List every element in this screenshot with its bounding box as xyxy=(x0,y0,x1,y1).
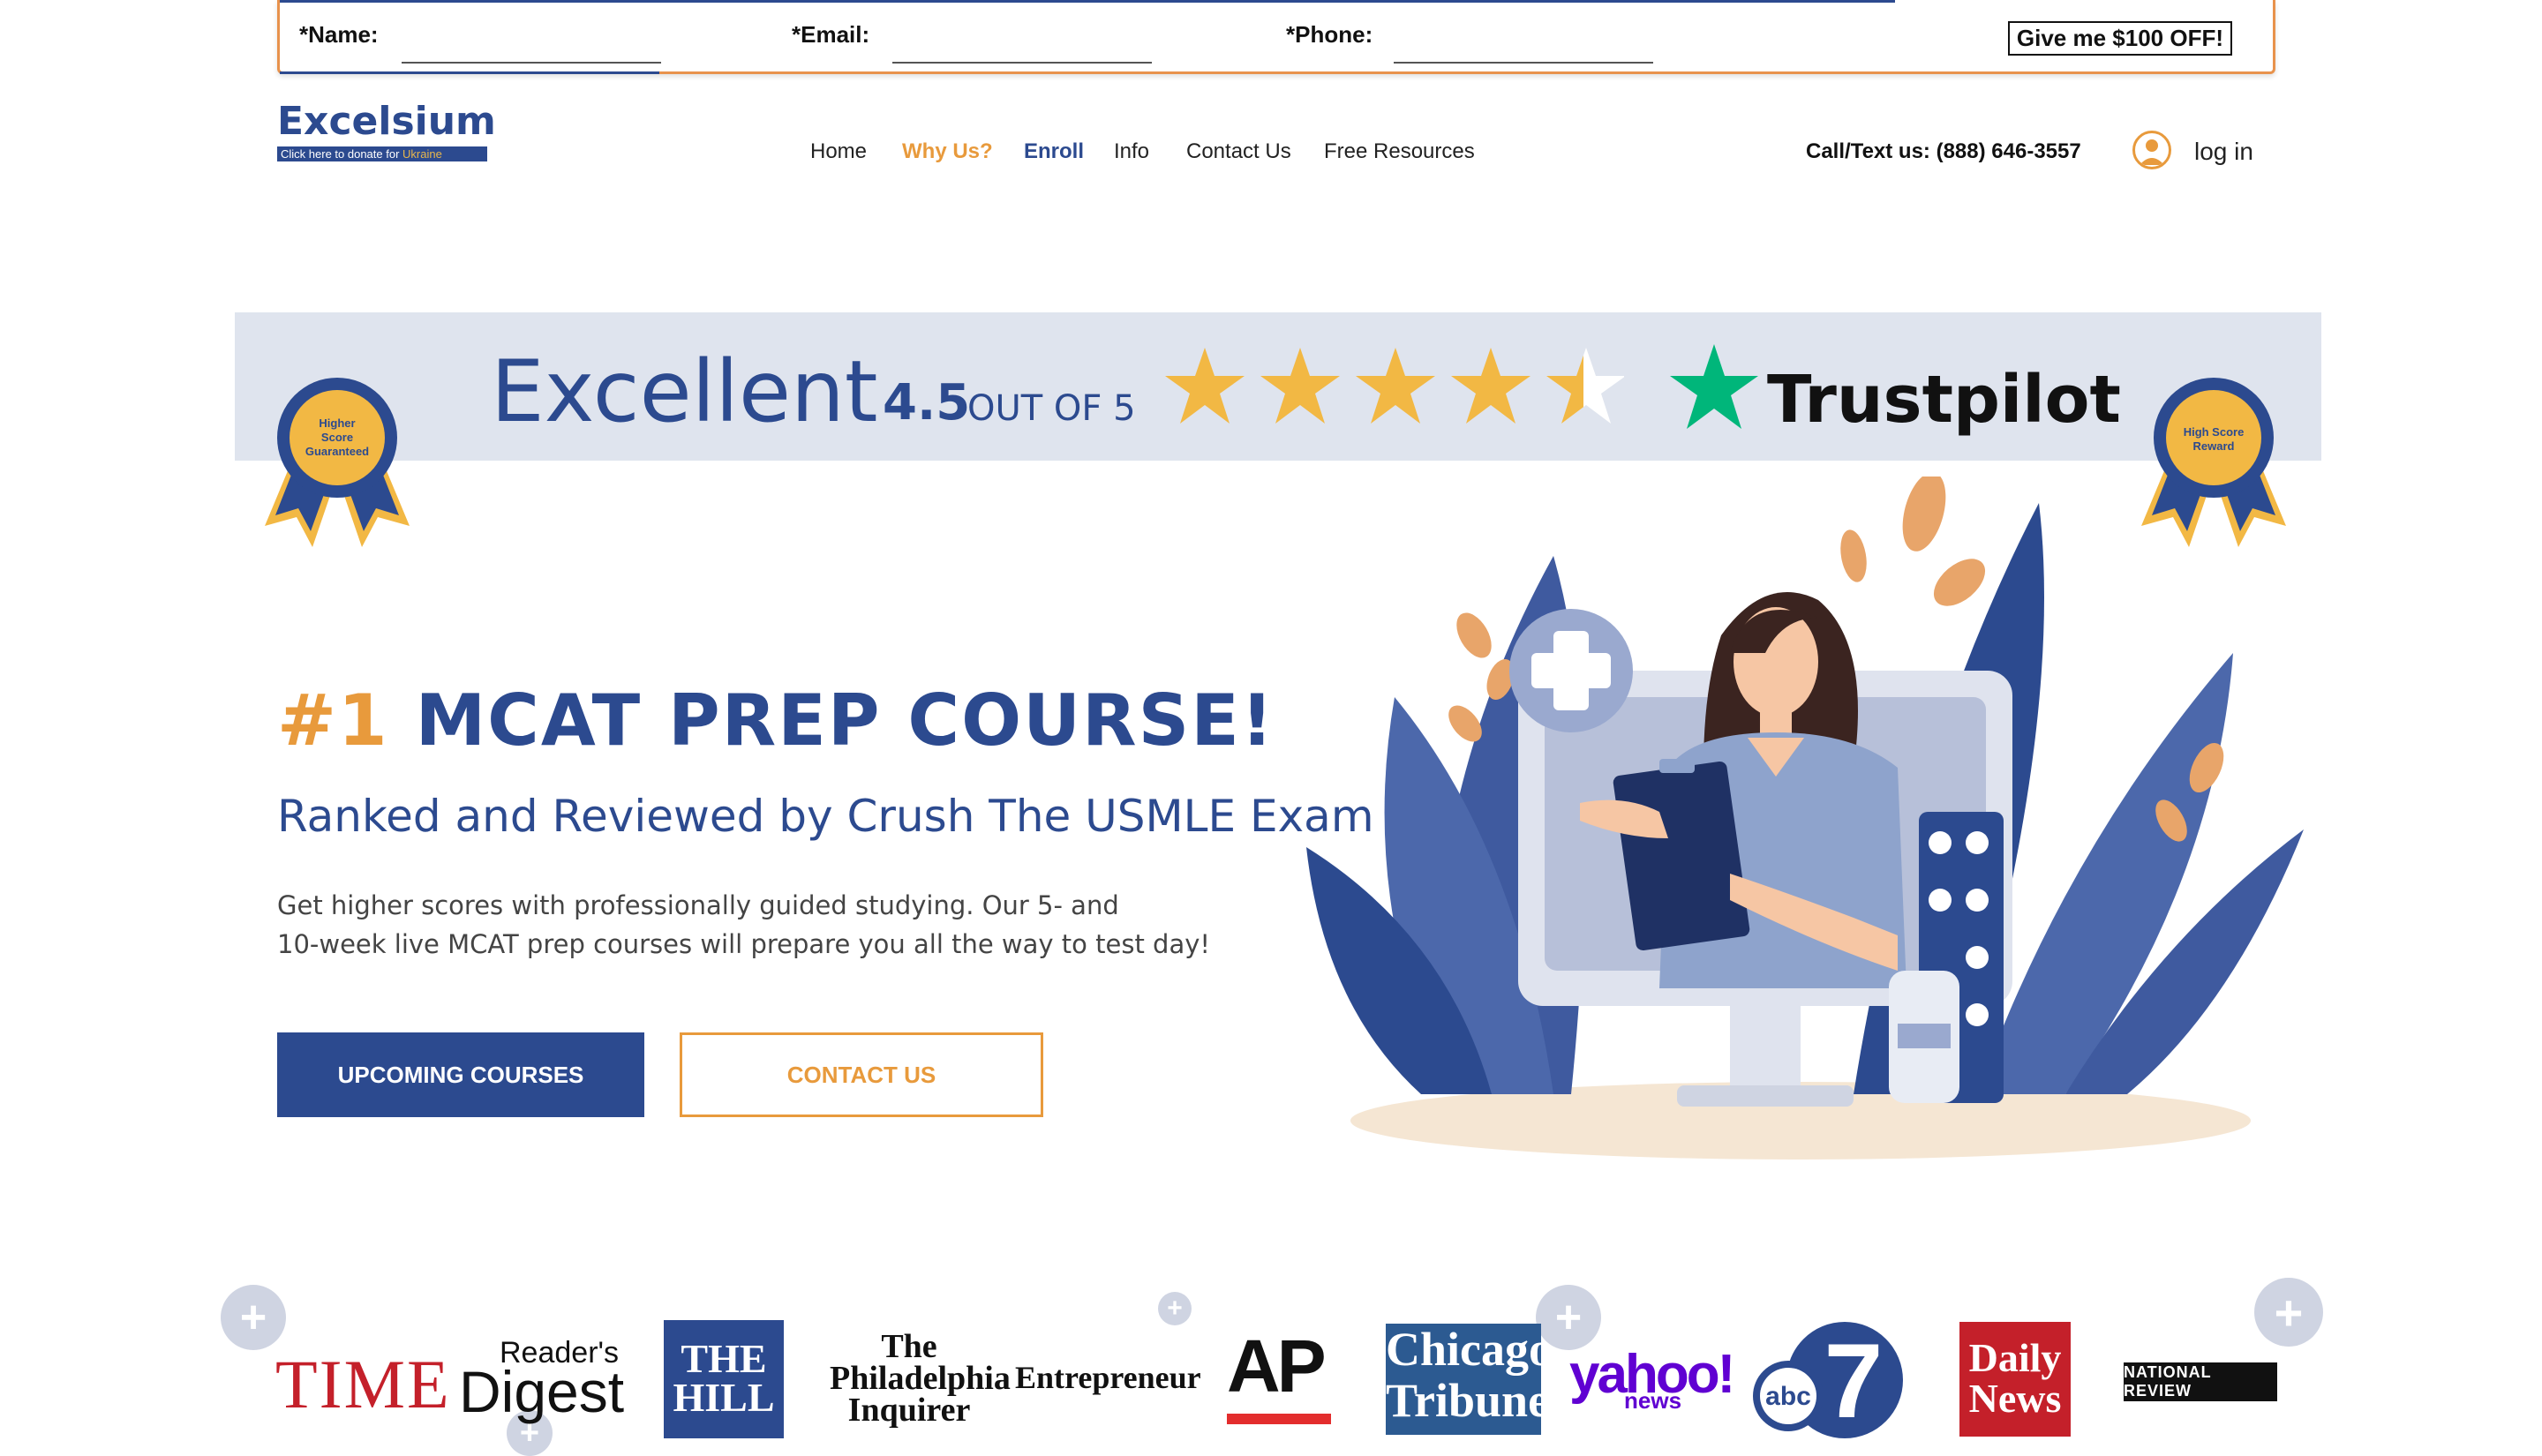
logo-daily-news-line1: Daily xyxy=(1968,1335,2062,1380)
logo-wordmark: Excelsium xyxy=(277,99,496,144)
badge-right-line1: High Score xyxy=(2184,425,2245,439)
logo-abc7: abc 7 xyxy=(1753,1322,1903,1440)
plus-decoration-icon: + xyxy=(1158,1292,1192,1325)
logo-chicago-line2: Tribune xyxy=(1386,1374,1550,1427)
hero-description-line2: 10-week live MCAT prep courses will prep… xyxy=(277,929,1210,959)
name-label: *Name: xyxy=(299,21,379,48)
email-field[interactable] xyxy=(892,35,1152,64)
logo-the-hill: THE HILL xyxy=(664,1320,784,1438)
logo-philly-line3: Inquirer xyxy=(847,1392,971,1429)
logo-chicago-tribune: Chicago Tribune xyxy=(1386,1323,1553,1435)
logo-abc-text: abc xyxy=(1765,1382,1811,1411)
rating-label: Excellent xyxy=(491,342,878,441)
logo-yahoo-news: news xyxy=(1624,1387,1682,1414)
star-icon xyxy=(1451,348,1530,424)
nav-why-us[interactable]: Why Us? xyxy=(902,139,993,164)
lead-form-bar: *Name: *Email: *Phone: Give me $100 OFF! xyxy=(277,0,2275,74)
nav-contact-us[interactable]: Contact Us xyxy=(1186,139,1291,164)
trustpilot-brand: Trustpilot xyxy=(1767,362,2121,438)
nav-info[interactable]: Info xyxy=(1114,139,1149,164)
site-logo[interactable]: Excelsium Click here to donate for Ukrai… xyxy=(277,99,496,161)
logo-daily-news: Daily News xyxy=(1959,1322,2071,1437)
half-star-icon xyxy=(1546,348,1624,424)
star-icon xyxy=(1260,348,1340,424)
logo-philadelphia-inquirer: The Philadelphia Inquirer xyxy=(830,1328,1011,1429)
star-icon xyxy=(1356,348,1435,424)
upcoming-courses-button[interactable]: UPCOMING COURSES xyxy=(277,1032,644,1117)
logo-the-hill-line1: THE xyxy=(681,1336,767,1381)
guarantee-badge-icon: Higher Score Guaranteed xyxy=(265,378,410,547)
name-field[interactable] xyxy=(402,35,661,64)
star-icon xyxy=(1165,348,1245,424)
logo-readers-digest-bottom: Digest xyxy=(459,1359,625,1424)
bar-accent-top xyxy=(280,0,1895,3)
hero-title-rank: #1 xyxy=(277,679,389,762)
rating-out-of: OUT OF 5 xyxy=(967,388,1136,429)
phone-field[interactable] xyxy=(1394,35,1653,64)
plus-decoration-icon: + xyxy=(221,1285,286,1350)
hero-title: #1 MCAT PREP COURSE! xyxy=(277,679,1275,762)
bar-accent-bottom xyxy=(280,71,659,74)
phone-label: *Phone: xyxy=(1286,21,1373,48)
nav-home[interactable]: Home xyxy=(810,139,867,164)
rating-score: 4.5 xyxy=(883,374,971,432)
logo-time: TIME xyxy=(275,1346,451,1422)
contact-us-button[interactable]: CONTACT US xyxy=(680,1032,1043,1117)
user-avatar-icon[interactable] xyxy=(2132,131,2171,169)
hero-description: Get higher scores with professionally gu… xyxy=(277,886,1248,964)
logo-ap: AP xyxy=(1227,1325,1327,1407)
donate-highlight: Ukraine xyxy=(402,147,442,161)
logo-entrepreneur: Entrepreneur xyxy=(1015,1360,1201,1395)
logo-readers-digest: Reader's Digest xyxy=(459,1338,624,1421)
email-label: *Email: xyxy=(792,21,870,48)
donate-link[interactable]: Click here to donate for Ukraine xyxy=(277,146,487,161)
donate-text: Click here to donate for xyxy=(281,147,403,161)
rating-stars xyxy=(1165,348,1624,424)
login-link[interactable]: log in xyxy=(2194,138,2253,166)
logo-the-hill-line2: HILL xyxy=(673,1375,775,1420)
hero-subtitle: Ranked and Reviewed by Crush The USMLE E… xyxy=(277,791,1374,842)
badge-right-line2: Reward xyxy=(2193,439,2235,453)
logo-abc-number: 7 xyxy=(1824,1322,1884,1440)
phone-number[interactable]: Call/Text us: (888) 646-3557 xyxy=(1806,139,2081,164)
hero-description-line1: Get higher scores with professionally gu… xyxy=(277,890,1119,920)
badge-left-line1: Higher xyxy=(319,417,355,430)
trustpilot-star-icon xyxy=(1670,344,1758,429)
doctor-illustration xyxy=(1306,477,2304,1160)
hero-title-text: MCAT PREP COURSE! xyxy=(415,679,1275,762)
logo-daily-news-line2: News xyxy=(1968,1376,2062,1421)
plus-decoration-icon: + xyxy=(2254,1278,2323,1347)
badge-left-line3: Guaranteed xyxy=(305,445,369,458)
nav-enroll[interactable]: Enroll xyxy=(1024,139,1084,164)
logo-philly-line2: Philadelphia xyxy=(830,1360,1011,1397)
logo-chicago-line1: Chicago xyxy=(1386,1323,1553,1376)
logo-philly-line1: The xyxy=(881,1328,937,1365)
discount-submit-button[interactable]: Give me $100 OFF! xyxy=(2007,21,2232,56)
logo-ap-bar xyxy=(1227,1414,1331,1424)
nav-free-resources[interactable]: Free Resources xyxy=(1324,139,1475,164)
badge-left-line2: Score xyxy=(321,431,353,444)
logo-national-review: NATIONAL REVIEW xyxy=(2124,1362,2277,1401)
